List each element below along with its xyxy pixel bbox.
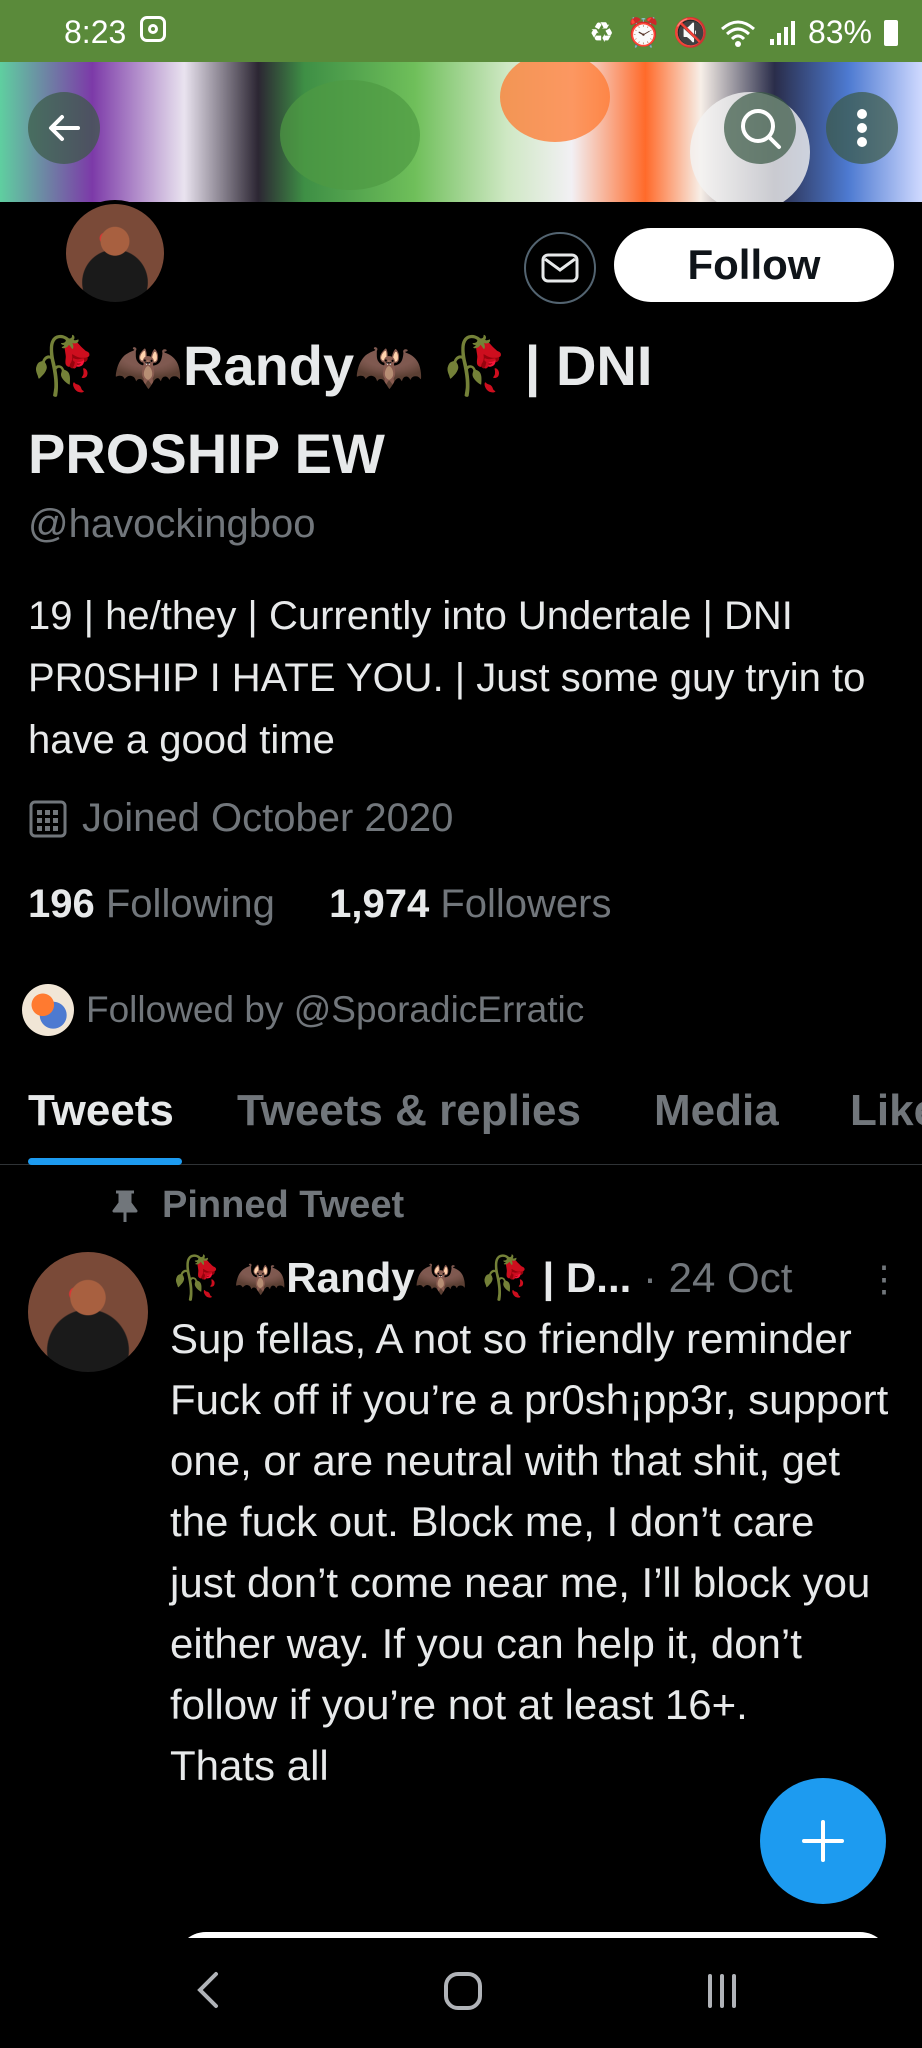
tweet-header: 🥀 🦇Randy🦇 🥀 | D... · 24 Oct [170,1248,890,1308]
alarm-icon: ⏰ [626,17,662,48]
profile-name-line2: PROSHIP EW [28,422,385,485]
status-bar: 8:23 ♻ ⏰ 🔇 83% [0,0,922,62]
pinned-indicator: Pinned Tweet [110,1184,404,1227]
profile-name-line1: 🥀 🦇Randy🦇 🥀 | DNI [28,334,653,397]
compose-tweet-button[interactable] [760,1778,886,1904]
battery-saver-icon: ♻ [589,17,615,48]
search-icon [741,109,781,149]
status-icons: ♻ ⏰ 🔇 83% [589,14,898,51]
profile-tabs: Tweets Tweets & replies Media Like [0,1080,922,1165]
profile-handle: @havockingboo [28,502,316,546]
tweet-author-avatar[interactable] [28,1252,148,1372]
tweet-more-button[interactable]: ⋮ [866,1258,902,1300]
battery-percent: 83% [807,14,872,50]
tab-tweets-replies[interactable]: Tweets & replies [237,1086,581,1136]
camera-icon [140,16,166,42]
pin-icon [112,1190,138,1222]
followers-link[interactable]: 1,974 Followers [329,882,611,926]
signal-icon [769,20,795,45]
profile-banner[interactable] [0,62,922,202]
follow-button[interactable]: Follow [614,228,894,302]
back-nav-icon[interactable] [190,1968,226,2012]
tab-likes[interactable]: Like [850,1086,922,1136]
banner-art [500,62,610,142]
mute-icon: 🔇 [673,17,708,48]
tweet-author-name[interactable]: 🥀 🦇Randy🦇 🥀 | D... [170,1254,631,1301]
home-nav-icon[interactable] [442,1968,484,2012]
wifi-icon [720,20,755,47]
plus-icon [802,1820,844,1862]
search-button[interactable] [724,92,796,164]
followed-by-text: Followed by @SporadicErratic [86,989,585,1030]
tweet-text[interactable]: Sup fellas, A not so friendly reminder F… [170,1308,890,1796]
active-tab-indicator [28,1158,182,1165]
system-nav-bar [0,1938,922,2048]
joined-date: Joined October 2020 [28,796,453,841]
pinned-label: Pinned Tweet [162,1184,405,1226]
follower-avatar [22,984,74,1036]
tab-media[interactable]: Media [654,1086,779,1136]
calendar-icon [29,800,67,837]
more-options-button[interactable] [826,92,898,164]
more-vertical-icon [857,109,867,147]
banner-art [280,80,420,190]
followers-count: 1,974 [329,882,430,926]
recents-nav-icon[interactable] [702,1968,742,2012]
tab-tweets[interactable]: Tweets [28,1086,174,1136]
mail-icon [541,253,579,283]
follow-counts: 196 Following 1,974 Followers [28,882,611,927]
tweet-date[interactable]: · 24 Oct [643,1254,792,1301]
profile-name: 🥀 🦇Randy🦇 🥀 | DNI PROSHIP EW [28,322,908,498]
joined-text: Joined October 2020 [82,796,454,840]
following-link[interactable]: 196 Following [28,882,275,926]
followers-label: Followers [440,882,612,926]
following-count: 196 [28,882,95,926]
arrow-left-icon [49,115,80,141]
battery-icon [884,19,898,46]
following-label: Following [105,882,275,926]
followed-by-link[interactable]: Followed by @SporadicErratic [22,984,584,1036]
status-time: 8:23 [64,14,127,50]
back-button[interactable] [28,92,100,164]
message-button[interactable] [524,232,596,304]
profile-bio: 19 | he/they | Currently into Undertale … [28,594,866,762]
profile-avatar[interactable] [62,200,168,306]
